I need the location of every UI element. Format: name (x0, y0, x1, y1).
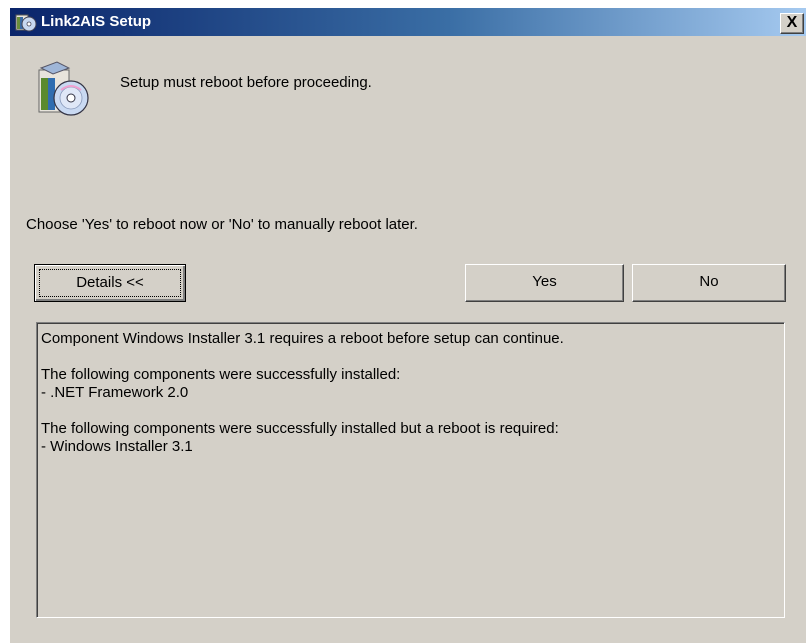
details-button-label: Details << (39, 269, 181, 297)
close-button[interactable]: X (780, 13, 804, 34)
no-button[interactable]: No (632, 264, 786, 302)
details-line: The following components were successful… (41, 420, 559, 437)
reboot-prompt: Choose 'Yes' to reboot now or 'No' to ma… (26, 216, 418, 233)
main-message: Setup must reboot before proceeding. (120, 74, 372, 91)
setup-dialog: Link2AIS Setup X Setup must reboot befor… (9, 8, 806, 643)
details-line: - .NET Framework 2.0 (41, 384, 189, 401)
title-bar[interactable]: Link2AIS Setup X (10, 8, 806, 36)
details-textbox[interactable]: Component Windows Installer 3.1 requires… (36, 322, 785, 618)
setup-cd-icon (15, 14, 37, 32)
details-button[interactable]: Details << (34, 264, 186, 302)
details-line: - Windows Installer 3.1 (41, 438, 193, 455)
yes-button[interactable]: Yes (465, 264, 624, 302)
details-line: Component Windows Installer 3.1 requires… (41, 330, 564, 347)
setup-cd-icon (38, 61, 89, 116)
details-line: The following components were successful… (41, 366, 401, 383)
window-title: Link2AIS Setup (41, 13, 152, 30)
